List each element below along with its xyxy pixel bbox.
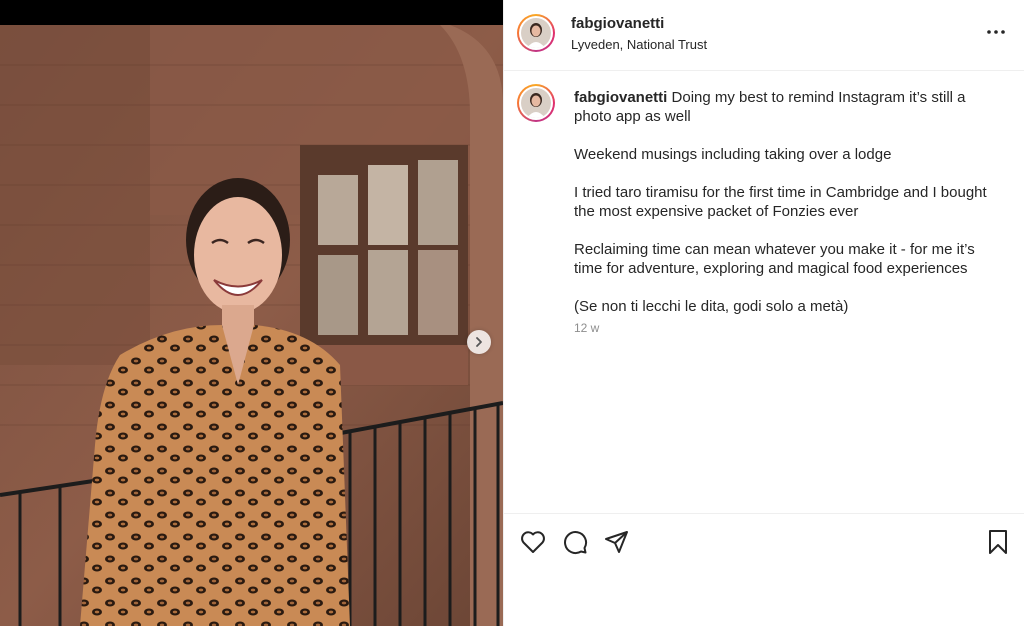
save-button[interactable] bbox=[984, 528, 1012, 556]
caption-paragraph: Reclaiming time can mean whatever you ma… bbox=[574, 241, 975, 277]
profile-photo bbox=[521, 88, 551, 118]
next-photo-button[interactable] bbox=[467, 330, 491, 354]
share-button[interactable] bbox=[603, 528, 631, 556]
action-bar bbox=[504, 513, 1024, 627]
post-photo[interactable] bbox=[0, 25, 503, 626]
bookmark-icon bbox=[989, 530, 1007, 554]
media-top-bar bbox=[0, 0, 503, 25]
post-location[interactable]: Lyveden, National Trust bbox=[571, 37, 707, 52]
more-horizontal-icon bbox=[987, 30, 1005, 34]
author-avatar[interactable] bbox=[517, 14, 555, 52]
caption-paragraph: I tried taro tiramisu for the first time… bbox=[574, 184, 987, 220]
post-media[interactable] bbox=[0, 0, 503, 626]
more-options-button[interactable] bbox=[986, 22, 1006, 42]
comment-icon bbox=[564, 531, 588, 555]
caption-first-paragraph: fabgiovanetti Doing my best to remind In… bbox=[574, 88, 994, 126]
post-caption: fabgiovanetti Doing my best to remind In… bbox=[574, 88, 994, 335]
caption-section: fabgiovanetti Doing my best to remind In… bbox=[504, 71, 1024, 513]
post-timestamp[interactable]: 12 w bbox=[574, 321, 599, 335]
heart-icon bbox=[521, 531, 545, 553]
caption-author-avatar[interactable] bbox=[517, 84, 555, 122]
chevron-right-icon bbox=[476, 337, 482, 347]
post-photo-image bbox=[0, 25, 503, 626]
profile-photo bbox=[521, 18, 551, 48]
comment-button[interactable] bbox=[561, 528, 589, 556]
send-icon bbox=[605, 531, 628, 553]
caption-paragraph: Weekend musings including taking over a … bbox=[574, 146, 892, 163]
author-username[interactable]: fabgiovanetti bbox=[571, 15, 664, 32]
post-header: fabgiovanetti Lyveden, National Trust bbox=[504, 0, 1024, 71]
caption-username[interactable]: fabgiovanetti bbox=[574, 89, 667, 106]
like-button[interactable] bbox=[519, 528, 547, 556]
caption-paragraph: (Se non ti lecchi le dita, godi solo a m… bbox=[574, 298, 849, 315]
